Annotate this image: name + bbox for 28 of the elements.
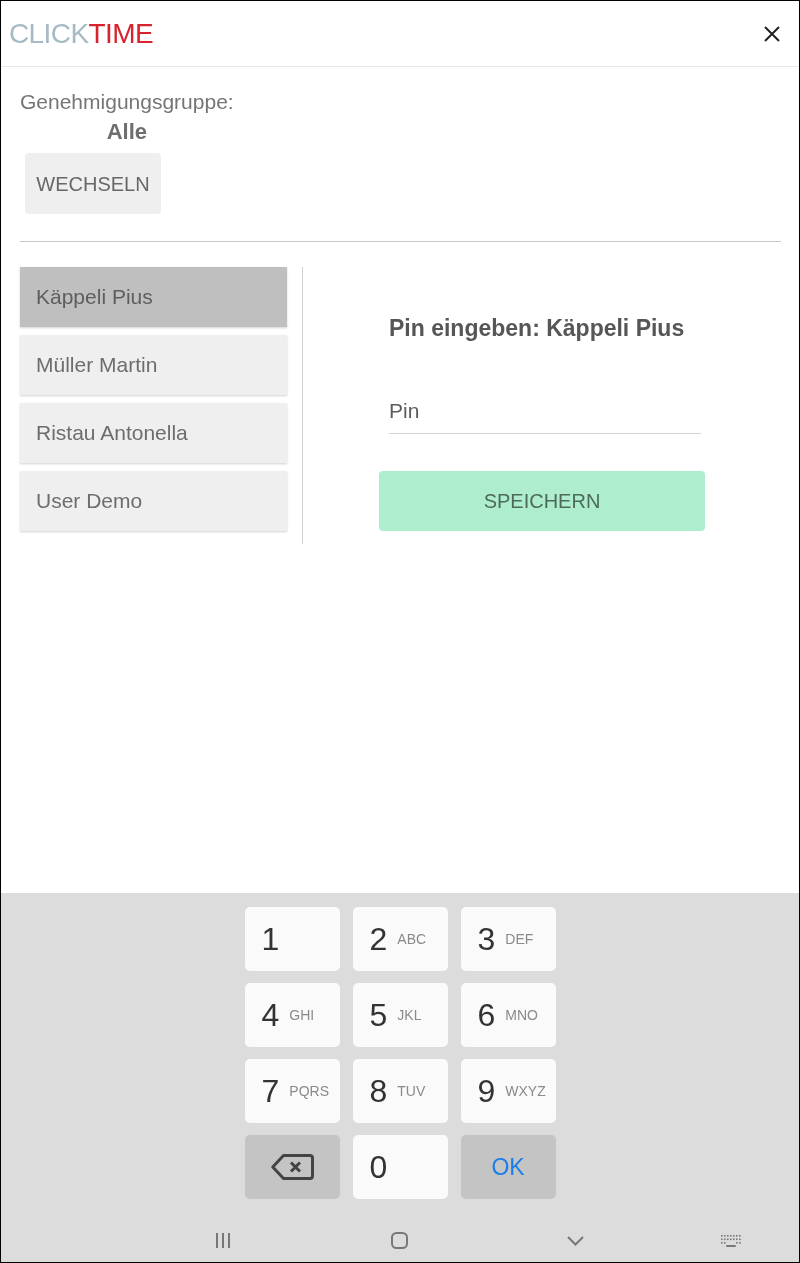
keypad-key[interactable]: 4 GHI (244, 983, 340, 1047)
user-list-item[interactable]: Ristau Antonella (20, 403, 287, 463)
group-value: Alle (106, 118, 147, 146)
home-icon[interactable] (390, 1232, 408, 1249)
keypad-key[interactable]: 8 TUV (352, 1059, 448, 1123)
keypad-key[interactable]: 0 (352, 1135, 448, 1199)
change-group-button[interactable]: WECHSELN (25, 153, 161, 214)
logo: CLICKTIME (9, 19, 153, 48)
pin-prompt-title: Pin eingeben: Käppeli Pius (389, 314, 686, 343)
keypad-key[interactable]: 5 JKL (352, 983, 448, 1047)
keypad-key[interactable]: 9 WXYZ (460, 1059, 556, 1123)
recents-icon[interactable] (215, 1233, 231, 1248)
save-button[interactable]: SPEICHERN (379, 471, 705, 531)
keypad-key[interactable]: 6 MNO (460, 983, 556, 1047)
group-label: Genehmigungsgruppe: (20, 89, 234, 115)
user-list-item[interactable]: User Demo (20, 471, 287, 531)
keypad-key[interactable]: 7 PQRS (244, 1059, 340, 1123)
keypad-key[interactable]: 2 ABC (352, 907, 448, 971)
close-icon[interactable] (764, 25, 780, 42)
user-list-item[interactable]: Käppeli Pius (20, 267, 287, 327)
pin-field[interactable]: Pin (389, 388, 701, 434)
user-list-item[interactable]: Müller Martin (20, 335, 287, 395)
keypad-key[interactable]: 3 DEF (460, 907, 556, 971)
backspace-icon (270, 1154, 314, 1180)
keyboard-icon[interactable] (720, 1234, 742, 1247)
back-icon[interactable] (566, 1235, 584, 1246)
keypad-key[interactable]: 1 (244, 907, 340, 971)
backspace-key[interactable] (244, 1135, 340, 1199)
